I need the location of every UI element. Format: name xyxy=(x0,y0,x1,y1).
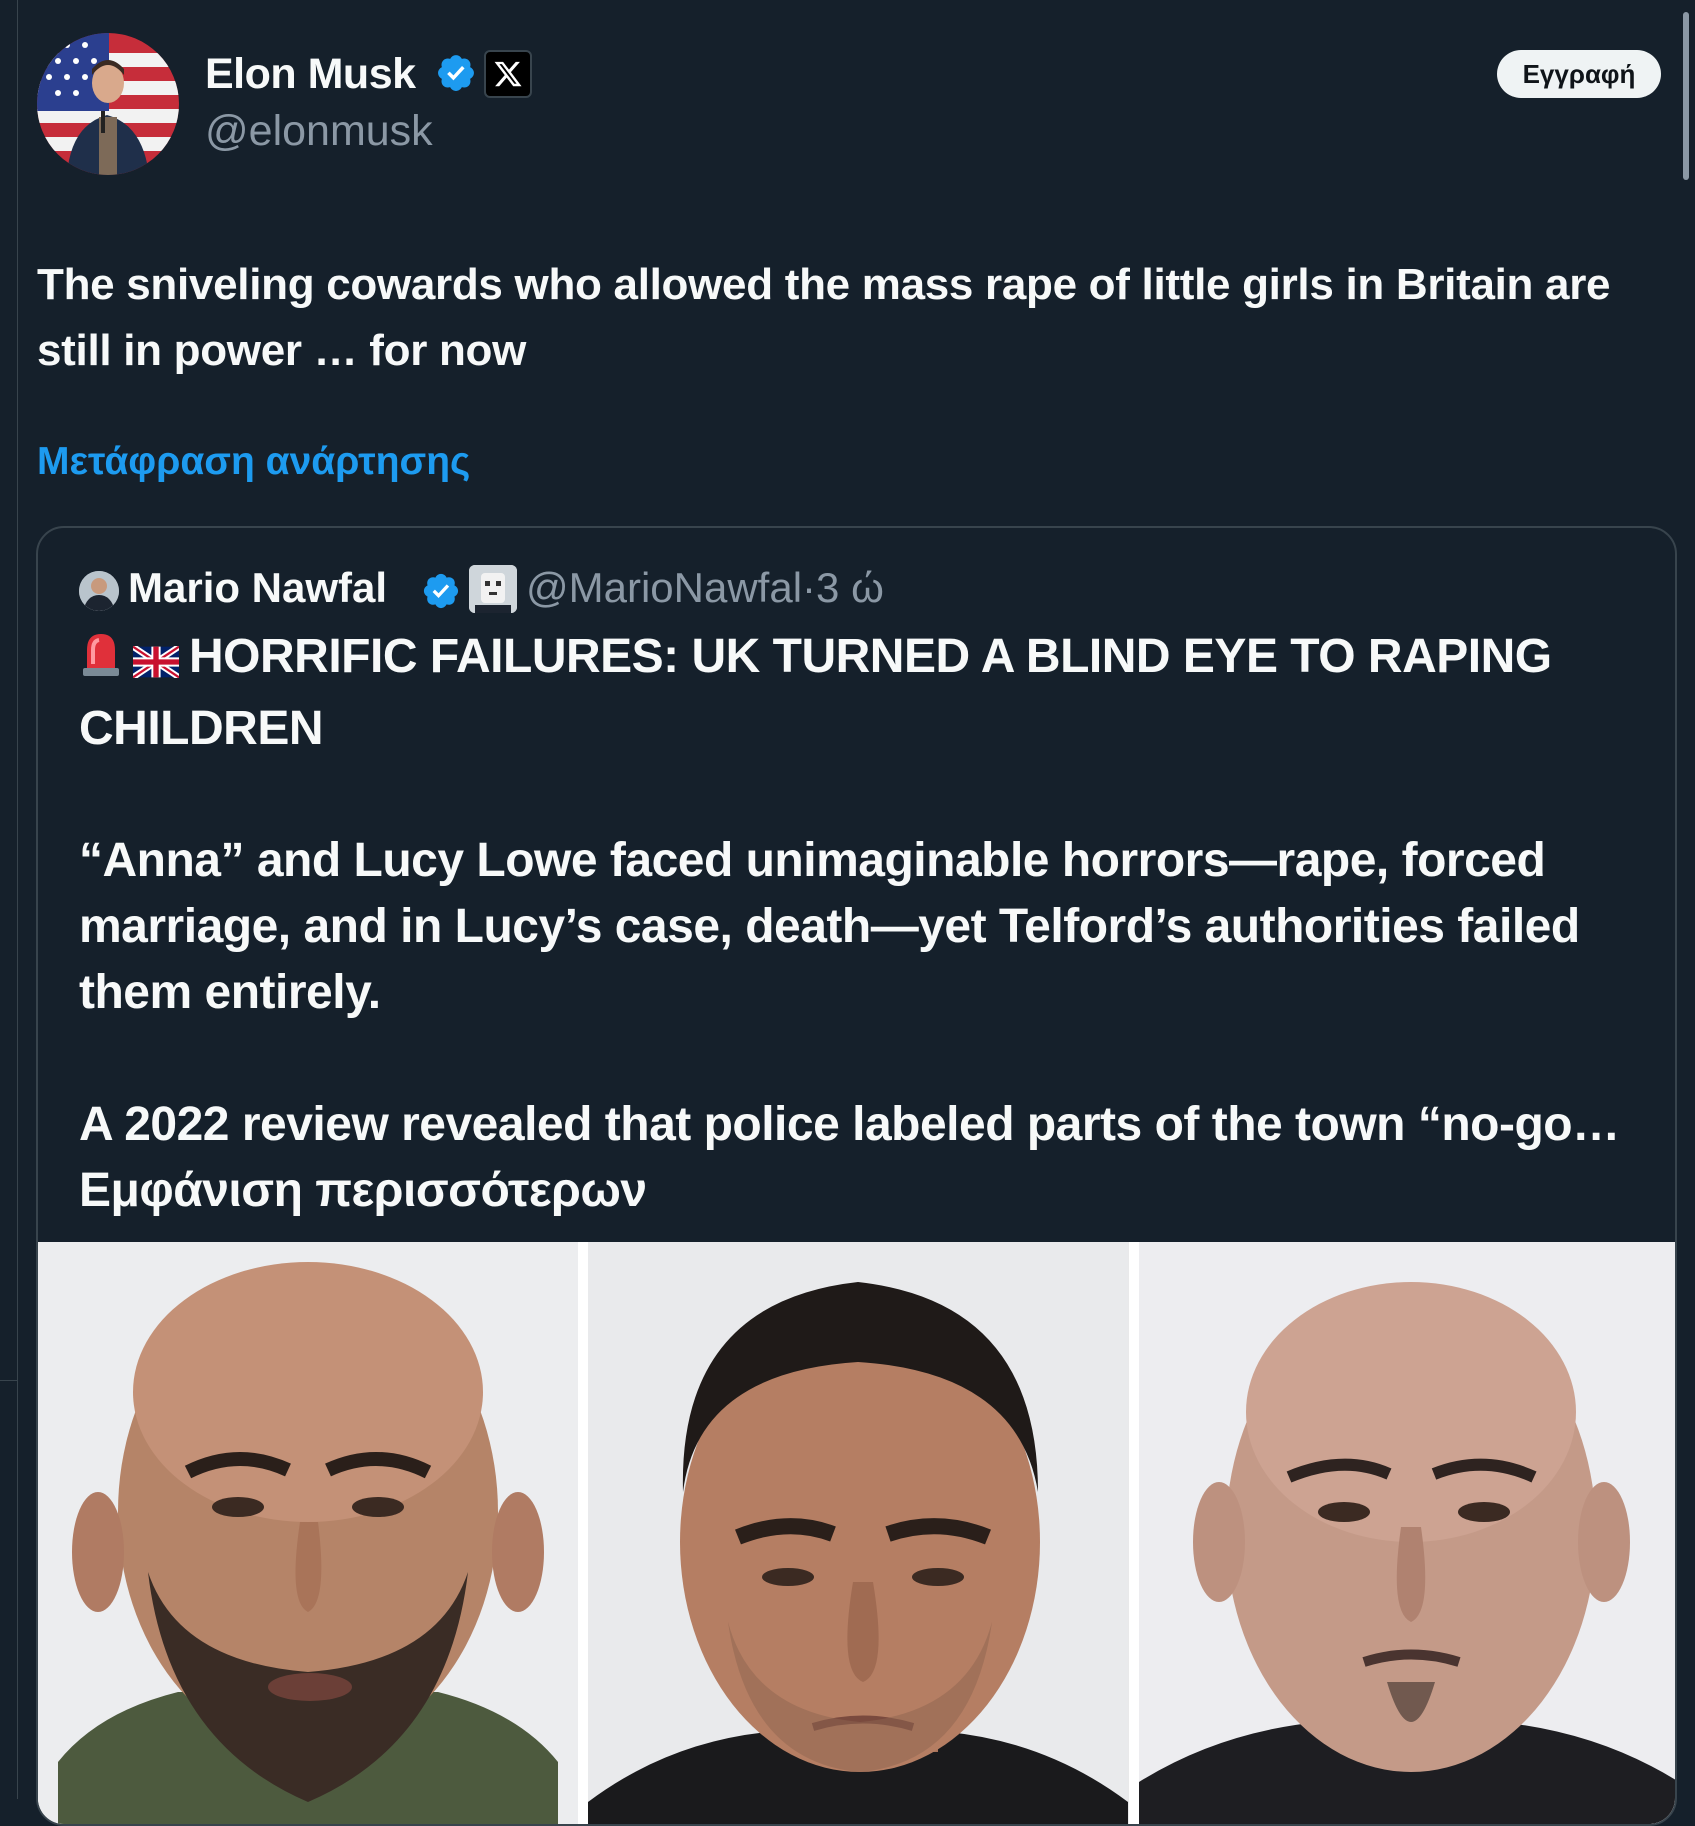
verified-badge-icon xyxy=(421,571,461,611)
quote-timestamp[interactable]: 3 ώ xyxy=(816,564,884,611)
author-handle[interactable]: @elonmusk xyxy=(205,107,433,156)
quote-media-grid[interactable] xyxy=(38,1242,1675,1824)
uk-flag-emoji-icon xyxy=(131,630,181,696)
scrollbar[interactable] xyxy=(1683,12,1689,180)
tweet-page: Elon Musk @elonmusk Εγγραφή The snivelin… xyxy=(0,0,1695,1826)
verified-badge-icon xyxy=(435,52,477,94)
post-text: The sniveling cowards who allowed the ma… xyxy=(37,260,1611,375)
quote-headline: HORRIFIC FAILURES: UK TURNED A BLIND EYE… xyxy=(79,624,1639,762)
quoted-tweet-card[interactable]: Mario Nawfal @MarioNawfal·3 ώ HORRIFIC F… xyxy=(36,526,1677,1826)
quote-author-avatar[interactable] xyxy=(79,571,119,611)
x-logo-icon xyxy=(484,50,532,98)
mugshot-photo-2[interactable] xyxy=(588,1242,1129,1824)
quote-paragraph-1: “Anna” and Lucy Lowe faced unimaginable … xyxy=(79,834,1580,1019)
meta-separator: · xyxy=(802,564,817,611)
divider-stub xyxy=(0,1380,17,1381)
affiliate-badge-icon xyxy=(469,565,517,613)
show-more-link[interactable]: Εμφάνιση περισσότερων xyxy=(79,1164,647,1217)
signup-button[interactable]: Εγγραφή xyxy=(1497,50,1661,98)
siren-emoji-icon xyxy=(79,630,123,696)
mugshot-photo-3[interactable] xyxy=(1138,1242,1675,1824)
column-divider xyxy=(17,0,18,1799)
translate-post-link[interactable]: Μετάφραση ανάρτησης xyxy=(37,440,470,484)
quote-paragraph-2-text: A 2022 review revealed that police label… xyxy=(79,1098,1620,1151)
quote-author-meta[interactable]: @MarioNawfal·3 ώ xyxy=(526,564,884,612)
quote-text: HORRIFIC FAILURES: UK TURNED A BLIND EYE… xyxy=(79,624,1639,1224)
mugshot-photo-1[interactable] xyxy=(38,1242,579,1824)
quote-paragraph-2: A 2022 review revealed that police label… xyxy=(79,1092,1639,1224)
quote-author-handle[interactable]: @MarioNawfal xyxy=(526,564,802,611)
author-name[interactable]: Elon Musk xyxy=(205,50,416,99)
author-avatar[interactable] xyxy=(37,33,179,175)
quote-author-name[interactable]: Mario Nawfal xyxy=(128,564,387,612)
headline-text: HORRIFIC FAILURES: UK TURNED A BLIND EYE… xyxy=(79,630,1552,755)
